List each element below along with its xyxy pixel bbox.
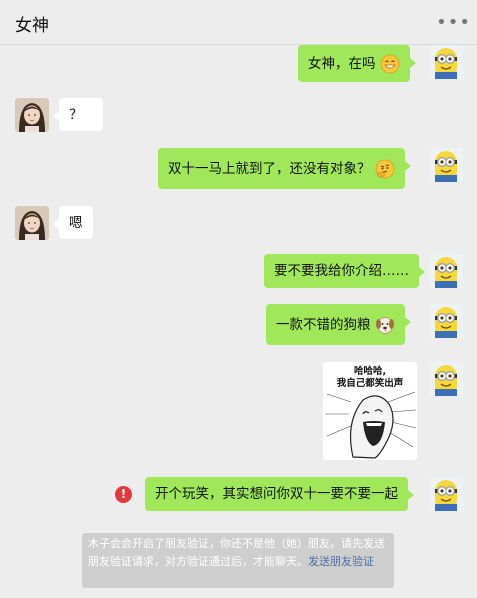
send-failed-icon[interactable]: ! [115, 486, 132, 503]
self-avatar[interactable] [429, 304, 463, 338]
message-text: ？ [69, 106, 83, 123]
dog-face-icon [375, 316, 394, 334]
message-text: 要不要我给你介绍…… [274, 263, 409, 279]
message-bubble-self[interactable]: 一款不错的狗粮 [266, 304, 410, 345]
thinking-face-icon [375, 159, 394, 178]
message-bubble-self[interactable]: 开个玩笑，其实想问你双十一要不要一起 [145, 477, 414, 511]
more-options-icon[interactable]: ••• [436, 12, 471, 33]
friend-verification-notice: 木子会会开启了朋友验证，你还不是他（她）朋友。请先发送朋友验证请求，对方验证通过… [82, 533, 394, 588]
message-text: 女神，在吗 [308, 55, 376, 72]
message-bubble-self[interactable]: 女神，在吗 [298, 45, 415, 82]
laughing-meme-face-icon [325, 391, 417, 459]
message-bubble-self[interactable]: 双十一马上就到了，还没有对象？ [158, 148, 410, 189]
meme-sticker[interactable]: 哈哈哈, 我自己都笑出声 [323, 362, 417, 460]
message-text: 开个玩笑，其实想问你双十一要不要一起 [155, 486, 398, 502]
message-text: 双十一马上就到了，还没有对象？ [168, 160, 371, 177]
chat-title: 女神 [15, 16, 49, 36]
grin-face-icon [380, 54, 399, 73]
self-avatar[interactable] [429, 45, 463, 79]
contact-avatar[interactable] [15, 206, 49, 240]
self-avatar[interactable] [429, 148, 463, 182]
message-bubble-self[interactable]: 要不要我给你介绍…… [264, 254, 425, 288]
chat-header: 女神 ••• [0, 0, 477, 45]
message-text: 嗯 [69, 214, 83, 231]
contact-avatar[interactable] [15, 98, 49, 132]
self-avatar[interactable] [429, 477, 463, 511]
message-bubble-other[interactable]: 嗯 [53, 206, 93, 239]
self-avatar[interactable] [429, 362, 463, 396]
self-avatar[interactable] [429, 254, 463, 288]
message-bubble-other[interactable]: ？ [53, 98, 103, 131]
message-text: 一款不错的狗粮 [276, 316, 371, 333]
send-verification-link[interactable]: 发送朋友验证 [308, 555, 374, 568]
